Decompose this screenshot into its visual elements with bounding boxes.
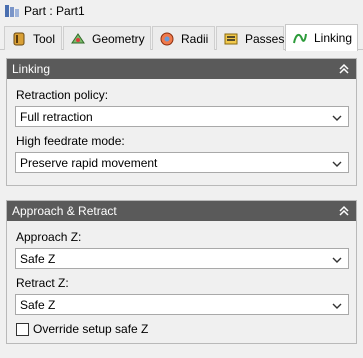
chevron-down-icon	[332, 158, 342, 168]
linking-panel-title: Linking	[12, 62, 51, 76]
tab-radii-label: Radii	[181, 31, 209, 46]
high-feedrate-mode-value: Preserve rapid movement	[20, 155, 158, 170]
retract-z-select[interactable]: Safe Z	[15, 294, 349, 315]
tab-linking[interactable]: Linking	[285, 24, 358, 51]
override-safe-z-label: Override setup safe Z	[33, 322, 149, 336]
window-title: Part : Part1	[24, 4, 85, 18]
retraction-policy-select[interactable]: Full retraction	[15, 106, 349, 127]
approach-retract-panel-title: Approach & Retract	[12, 204, 117, 218]
tab-content: Linking Retraction policy: Full retracti…	[0, 50, 363, 358]
override-safe-z-row: Override setup safe Z	[16, 322, 148, 336]
approach-z-value: Safe Z	[20, 251, 56, 266]
tool-icon	[11, 31, 27, 47]
chevron-down-icon	[332, 254, 342, 264]
retract-z-value: Safe Z	[20, 297, 56, 312]
tab-bar: Tool Geometry Radii Passes Linking	[0, 24, 363, 51]
linking-icon	[292, 30, 308, 46]
tab-tool-label: Tool	[33, 31, 56, 46]
approach-z-label: Approach Z:	[16, 230, 82, 244]
retract-z-label: Retract Z:	[16, 276, 69, 290]
radii-icon	[159, 31, 175, 47]
tab-tool[interactable]: Tool	[4, 26, 62, 50]
chevron-down-icon	[332, 112, 342, 122]
tab-geometry[interactable]: Geometry	[63, 26, 151, 50]
linking-panel-header[interactable]: Linking	[7, 59, 356, 79]
collapse-chevron-icon[interactable]	[338, 205, 350, 217]
part-icon	[4, 3, 20, 19]
approach-retract-panel-header[interactable]: Approach & Retract	[7, 201, 356, 221]
tab-linking-label: Linking	[314, 31, 353, 45]
collapse-chevron-icon[interactable]	[338, 63, 350, 75]
geometry-icon	[70, 31, 86, 47]
tab-passes-label: Passes	[245, 31, 285, 46]
approach-retract-panel: Approach & Retract Approach Z: Safe Z Re…	[6, 200, 357, 344]
high-feedrate-mode-label: High feedrate mode:	[16, 134, 125, 148]
tab-geometry-label: Geometry	[92, 31, 145, 46]
high-feedrate-mode-select[interactable]: Preserve rapid movement	[15, 152, 349, 173]
linking-panel: Linking Retraction policy: Full retracti…	[6, 58, 357, 186]
retraction-policy-label: Retraction policy:	[16, 88, 109, 102]
chevron-down-icon	[332, 300, 342, 310]
tab-passes[interactable]: Passes	[216, 26, 284, 50]
tab-radii[interactable]: Radii	[152, 26, 215, 50]
override-safe-z-checkbox[interactable]	[16, 322, 29, 336]
retraction-policy-value: Full retraction	[20, 109, 93, 124]
title-bar: Part : Part1	[0, 0, 363, 22]
passes-icon	[223, 31, 239, 47]
approach-z-select[interactable]: Safe Z	[15, 248, 349, 269]
